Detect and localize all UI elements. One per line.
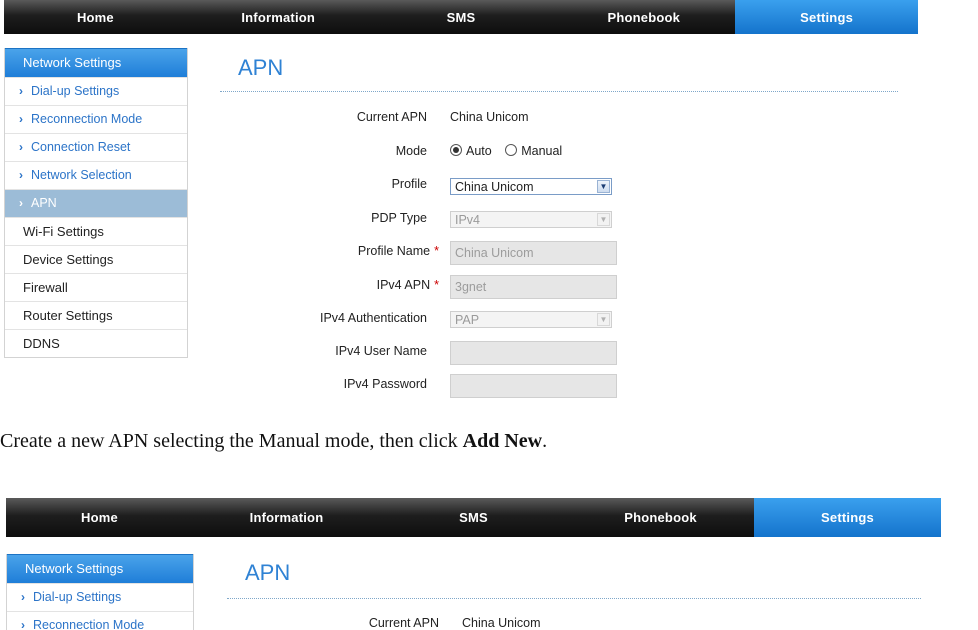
current-apn-value: China Unicom xyxy=(450,110,529,124)
profile-select[interactable]: China Unicom ▼ xyxy=(450,178,612,195)
pdp-type-label: PDP Type xyxy=(371,211,427,225)
sidebar-item-ddns[interactable]: DDNS xyxy=(5,329,187,357)
ipv4-apn-label-text: IPv4 APN xyxy=(376,278,431,292)
chevron-right-icon: › xyxy=(21,618,25,630)
ipv4-user-input[interactable] xyxy=(450,341,617,365)
current-apn-label: Current APN xyxy=(356,110,427,124)
current-apn-value: China Unicom xyxy=(462,616,541,630)
nav-settings[interactable]: Settings xyxy=(754,498,941,537)
ipv4-apn-label: IPv4 APN * xyxy=(377,278,439,292)
radio-empty-icon xyxy=(505,144,518,156)
instruction-caption: Create a new APN selecting the Manual mo… xyxy=(0,430,547,453)
settings-sidebar: Network Settings › Dial-up Settings › Reco… xyxy=(6,554,194,630)
mode-radio-group: Auto Manual xyxy=(450,144,562,158)
top-nav: Home Information SMS Phonebook Settings xyxy=(6,498,941,537)
mode-label: Mode xyxy=(395,144,427,158)
radio-selected-icon xyxy=(450,144,462,156)
sidebar-item-reconnection-mode[interactable]: › Reconnection Mode xyxy=(7,611,193,630)
nav-phonebook[interactable]: Phonebook xyxy=(552,0,735,34)
pdp-type-select[interactable]: IPv4 ▼ xyxy=(450,211,612,228)
nav-home[interactable]: Home xyxy=(4,0,187,34)
sidebar-item-apn[interactable]: › APN xyxy=(5,189,187,217)
profile-label: Profile xyxy=(391,177,427,191)
sidebar-item-label: Dial-up Settings xyxy=(33,590,122,604)
current-apn-label: Current APN xyxy=(368,616,439,630)
nav-information[interactable]: Information xyxy=(187,0,370,34)
profile-name-label-text: Profile Name xyxy=(357,244,431,258)
nav-settings[interactable]: Settings xyxy=(735,0,918,34)
sidebar-item-firewall[interactable]: Firewall xyxy=(5,273,187,301)
chevron-right-icon: › xyxy=(19,112,23,126)
caption-text: Create a new APN selecting the Manual mo… xyxy=(0,430,463,452)
sidebar-item-connection-reset[interactable]: › Connection Reset xyxy=(5,133,187,161)
ipv4-auth-label: IPv4 Authentication xyxy=(319,311,427,325)
nav-sms[interactable]: SMS xyxy=(380,498,567,537)
sidebar-item-network-selection[interactable]: › Network Selection xyxy=(5,161,187,189)
page-title: APN xyxy=(238,55,284,80)
screenshot-cropped: Home Information SMS Phonebook Settings … xyxy=(0,498,978,630)
ipv4-apn-input[interactable]: 3gnet xyxy=(450,275,617,299)
profile-name-input[interactable]: China Unicom xyxy=(450,241,617,265)
mode-auto-label: Auto xyxy=(466,144,492,158)
nav-home[interactable]: Home xyxy=(6,498,193,537)
nav-sms[interactable]: SMS xyxy=(370,0,553,34)
sidebar-item-wifi-settings[interactable]: Wi-Fi Settings xyxy=(5,217,187,245)
sidebar-item-dialup-settings[interactable]: › Dial-up Settings xyxy=(7,583,193,611)
required-mark: * xyxy=(434,278,439,292)
sidebar-item-label: APN xyxy=(31,196,57,210)
chevron-right-icon: › xyxy=(19,196,23,210)
sidebar-item-label: Dial-up Settings xyxy=(31,84,120,98)
sidebar-item-label: Reconnection Mode xyxy=(33,618,145,630)
chevron-right-icon: › xyxy=(19,140,23,154)
ipv4-auth-select[interactable]: PAP ▼ xyxy=(450,311,612,328)
chevron-down-icon: ▼ xyxy=(597,313,610,326)
sidebar-header-network-settings[interactable]: Network Settings xyxy=(5,48,187,77)
ipv4-auth-value: PAP xyxy=(455,313,480,327)
mode-auto-radio[interactable]: Auto xyxy=(450,144,492,158)
mode-manual-radio[interactable]: Manual xyxy=(505,144,562,158)
required-mark: * xyxy=(434,244,439,258)
sidebar-item-router-settings[interactable]: Router Settings xyxy=(5,301,187,329)
top-nav: Home Information SMS Phonebook Settings xyxy=(4,0,918,34)
sidebar-item-label: Connection Reset xyxy=(31,140,131,154)
caption-bold-text: Add New xyxy=(462,430,543,452)
page-title: APN xyxy=(245,560,291,585)
sidebar-item-label: Reconnection Mode xyxy=(31,112,143,126)
sidebar-item-label: Network Selection xyxy=(31,168,132,182)
mode-manual-label: Manual xyxy=(521,144,563,158)
ipv4-password-label: IPv4 Password xyxy=(343,377,427,391)
caption-end: . xyxy=(542,430,548,452)
chevron-down-icon: ▼ xyxy=(597,180,610,193)
settings-sidebar: Network Settings › Dial-up Settings › Reco… xyxy=(4,48,188,358)
screenshot-full: Home Information SMS Phonebook Settings … xyxy=(0,0,978,400)
ipv4-password-input[interactable] xyxy=(450,374,617,398)
pdp-type-value: IPv4 xyxy=(455,213,481,227)
chevron-right-icon: › xyxy=(21,590,25,604)
chevron-right-icon: › xyxy=(19,84,23,98)
ipv4-user-label: IPv4 User Name xyxy=(335,344,427,358)
title-divider xyxy=(220,91,898,92)
sidebar-item-reconnection-mode[interactable]: › Reconnection Mode xyxy=(5,105,187,133)
title-divider xyxy=(227,598,921,599)
sidebar-item-device-settings[interactable]: Device Settings xyxy=(5,245,187,273)
sidebar-item-dialup-settings[interactable]: › Dial-up Settings xyxy=(5,77,187,105)
sidebar-header-network-settings[interactable]: Network Settings xyxy=(7,554,193,583)
profile-name-label: Profile Name * xyxy=(358,244,439,258)
chevron-right-icon: › xyxy=(19,168,23,182)
nav-phonebook[interactable]: Phonebook xyxy=(567,498,754,537)
profile-select-value: China Unicom xyxy=(455,180,534,194)
chevron-down-icon: ▼ xyxy=(597,213,610,226)
nav-information[interactable]: Information xyxy=(193,498,380,537)
